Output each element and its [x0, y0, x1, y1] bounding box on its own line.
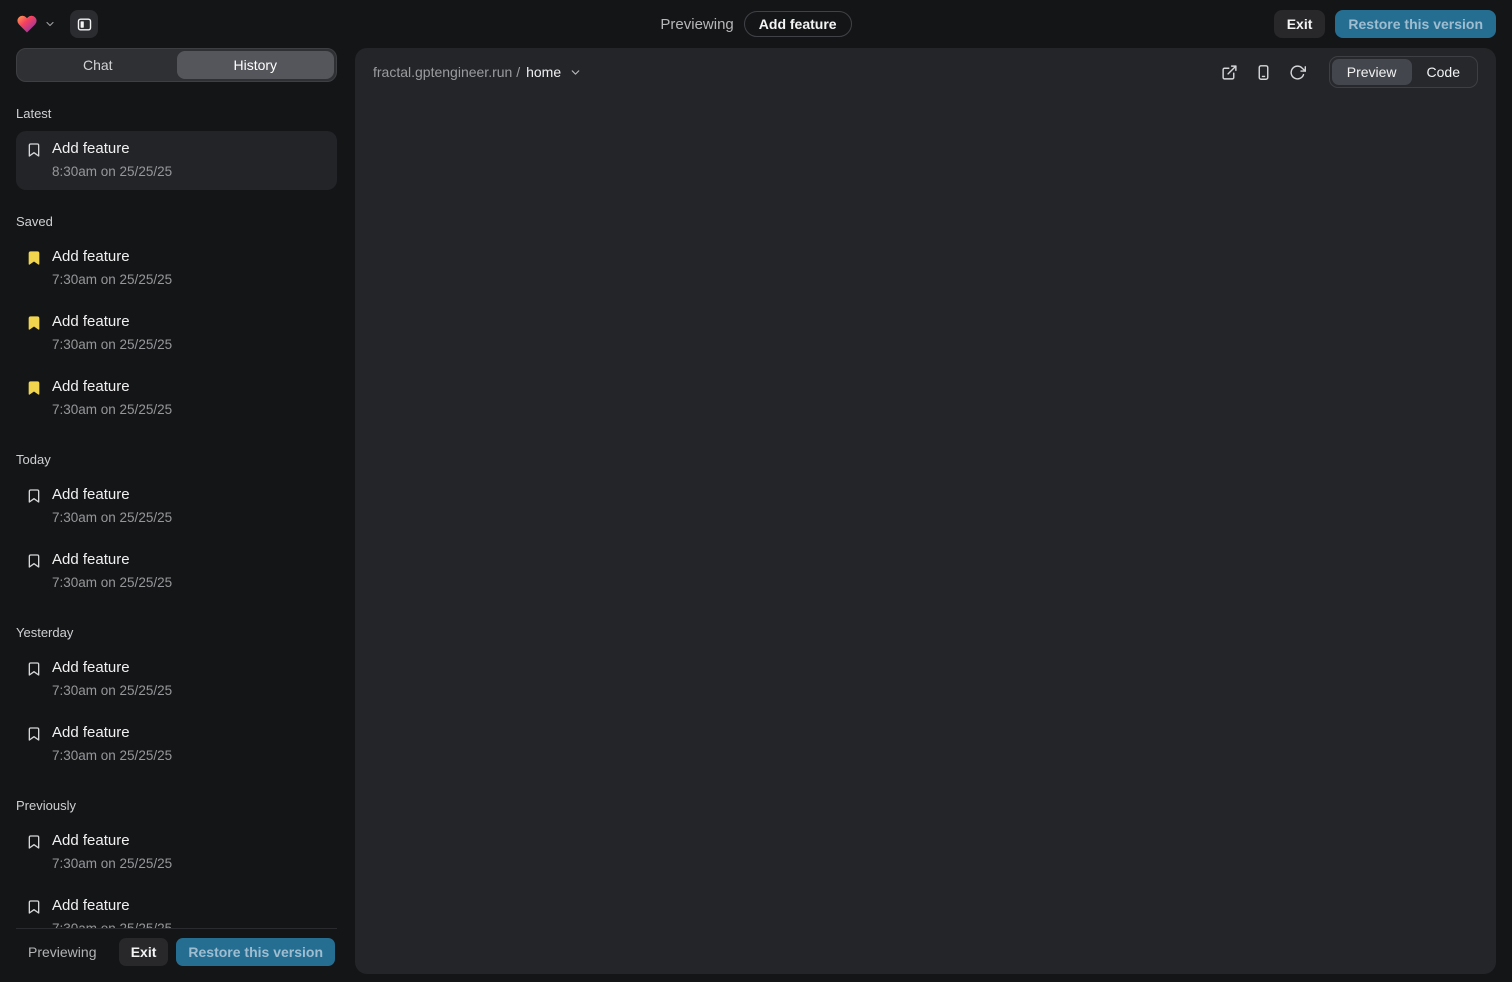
history-section: Saved Add feature 7:30am on 25/25/25 Add… [16, 214, 337, 428]
history-item-timestamp: 7:30am on 25/25/25 [52, 748, 172, 763]
preview-header: fractal.gptengineer.run / home [355, 48, 1496, 96]
sidebar-toggle-button[interactable] [70, 10, 98, 38]
history-item-timestamp: 7:30am on 25/25/25 [52, 921, 172, 928]
history-item-title: Add feature [52, 486, 172, 504]
previewing-status-label: Previewing [660, 16, 733, 33]
chevron-down-icon[interactable] [44, 18, 56, 30]
footer-exit-button[interactable]: Exit [119, 938, 169, 966]
history-item-title: Add feature [52, 724, 172, 742]
preview-code-toggle: Preview Code [1329, 56, 1478, 88]
history-sidebar: Chat History Latest Add feature 8:30am o… [16, 48, 337, 974]
history-item-title: Add feature [52, 551, 172, 569]
history-item-timestamp: 7:30am on 25/25/25 [52, 337, 172, 352]
history-item-timestamp: 7:30am on 25/25/25 [52, 402, 172, 417]
topbar: Previewing Add feature Exit Restore this… [0, 0, 1512, 48]
history-item-title: Add feature [52, 313, 172, 331]
bookmark-outline-icon [26, 142, 42, 158]
bookmark-saved-icon [26, 380, 42, 396]
history-item[interactable]: Add feature 7:30am on 25/25/25 [16, 650, 337, 709]
history-item-title: Add feature [52, 248, 172, 266]
refresh-button[interactable] [1283, 57, 1313, 87]
external-link-icon [1221, 64, 1238, 81]
history-item[interactable]: Add feature 7:30am on 25/25/25 [16, 477, 337, 536]
preview-url-prefix: fractal.gptengineer.run / [373, 64, 520, 80]
section-title: Previously [16, 798, 337, 813]
open-in-new-tab-button[interactable] [1215, 57, 1245, 87]
sidebar-footer: Previewing Exit Restore this version [16, 928, 337, 974]
history-item[interactable]: Add feature 7:30am on 25/25/25 [16, 239, 337, 298]
history-item-title: Add feature [52, 140, 172, 158]
history-item-timestamp: 7:30am on 25/25/25 [52, 272, 172, 287]
refresh-icon [1289, 64, 1306, 81]
history-item[interactable]: Add feature 7:30am on 25/25/25 [16, 823, 337, 882]
section-title: Latest [16, 106, 337, 121]
preview-url-page: home [526, 64, 561, 80]
toggle-preview[interactable]: Preview [1332, 59, 1412, 85]
restore-version-button[interactable]: Restore this version [1335, 10, 1496, 38]
toggle-code[interactable]: Code [1412, 59, 1475, 85]
tab-chat[interactable]: Chat [19, 51, 177, 79]
history-item[interactable]: Add feature 8:30am on 25/25/25 [16, 131, 337, 190]
history-item-title: Add feature [52, 659, 172, 677]
history-item-timestamp: 8:30am on 25/25/25 [52, 164, 172, 179]
lovable-heart-logo[interactable] [16, 13, 38, 35]
section-title: Saved [16, 214, 337, 229]
chevron-down-icon [569, 66, 582, 79]
history-item[interactable]: Add feature 7:30am on 25/25/25 [16, 542, 337, 601]
section-title: Yesterday [16, 625, 337, 640]
footer-restore-version-button[interactable]: Restore this version [176, 938, 335, 966]
sidebar-tabs: Chat History [16, 48, 337, 82]
exit-button[interactable]: Exit [1274, 10, 1326, 38]
history-section: Latest Add feature 8:30am on 25/25/25 [16, 106, 337, 190]
smartphone-icon [1255, 64, 1272, 81]
bookmark-outline-icon [26, 726, 42, 742]
mobile-view-button[interactable] [1249, 57, 1279, 87]
preview-url-selector[interactable]: fractal.gptengineer.run / home [373, 64, 582, 80]
history-item-timestamp: 7:30am on 25/25/25 [52, 683, 172, 698]
history-section: Previously Add feature 7:30am on 25/25/2… [16, 798, 337, 928]
panel-left-icon [76, 16, 93, 33]
section-title: Today [16, 452, 337, 467]
history-item-timestamp: 7:30am on 25/25/25 [52, 856, 172, 871]
footer-previewing-label: Previewing [28, 944, 96, 960]
bookmark-outline-icon [26, 899, 42, 915]
preview-panel: fractal.gptengineer.run / home [355, 48, 1496, 974]
history-section: Today Add feature 7:30am on 25/25/25 Add… [16, 452, 337, 601]
bookmark-saved-icon [26, 250, 42, 266]
history-item-title: Add feature [52, 897, 172, 915]
bookmark-outline-icon [26, 488, 42, 504]
history-item[interactable]: Add feature 7:30am on 25/25/25 [16, 888, 337, 928]
history-item[interactable]: Add feature 7:30am on 25/25/25 [16, 369, 337, 428]
history-section: Yesterday Add feature 7:30am on 25/25/25… [16, 625, 337, 774]
history-item[interactable]: Add feature 7:30am on 25/25/25 [16, 304, 337, 363]
bookmark-saved-icon [26, 315, 42, 331]
bookmark-outline-icon [26, 661, 42, 677]
bookmark-outline-icon [26, 834, 42, 850]
history-item-title: Add feature [52, 378, 172, 396]
history-item-title: Add feature [52, 832, 172, 850]
version-name-pill[interactable]: Add feature [744, 11, 852, 37]
history-list: Latest Add feature 8:30am on 25/25/25 Sa… [16, 82, 337, 928]
history-item[interactable]: Add feature 7:30am on 25/25/25 [16, 715, 337, 774]
history-item-timestamp: 7:30am on 25/25/25 [52, 575, 172, 590]
history-item-timestamp: 7:30am on 25/25/25 [52, 510, 172, 525]
tab-history[interactable]: History [177, 51, 335, 79]
bookmark-outline-icon [26, 553, 42, 569]
